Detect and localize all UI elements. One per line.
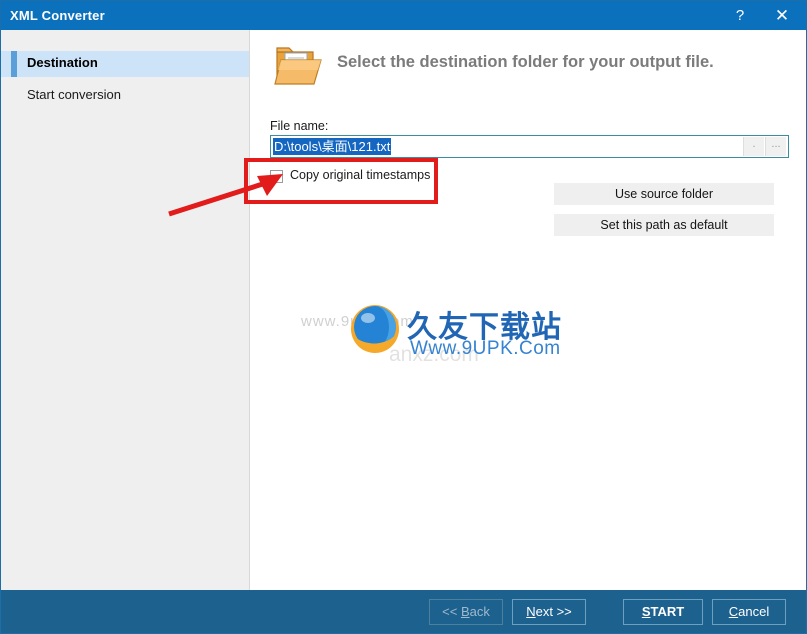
sidebar-item-start-conversion[interactable]: Start conversion xyxy=(1,83,249,109)
window-title: XML Converter xyxy=(10,8,105,23)
path-browse-button[interactable]: ... xyxy=(765,137,786,156)
sidebar-item-destination[interactable]: Destination xyxy=(1,51,249,77)
sidebar: Destination Start conversion xyxy=(1,30,250,591)
selection-accent-bar xyxy=(11,51,17,77)
file-name-value: D:\tools\桌面\121.txt xyxy=(273,138,392,155)
page-title: Select the destination folder for your o… xyxy=(337,53,714,71)
annotation-arrow-icon xyxy=(168,174,283,217)
file-name-input[interactable]: D:\tools\桌面\121.txt . ... xyxy=(270,135,789,158)
footer-bar: << Back Next >> START Cancel xyxy=(1,590,806,633)
app-window: XML Converter ? ✕ Destination Start conv… xyxy=(0,0,807,634)
sidebar-item-label: Destination xyxy=(27,55,98,70)
next-button[interactable]: Next >> xyxy=(512,599,586,625)
close-icon[interactable]: ✕ xyxy=(762,1,802,30)
globe-icon xyxy=(351,305,399,353)
page-header: Select the destination folder for your o… xyxy=(263,36,803,92)
title-bar: XML Converter ? ✕ xyxy=(1,1,806,30)
path-dot-button[interactable]: . xyxy=(743,137,764,156)
start-button[interactable]: START xyxy=(623,599,703,625)
help-icon[interactable]: ? xyxy=(720,1,760,30)
cancel-button[interactable]: Cancel xyxy=(712,599,786,625)
watermark-url: Www.9UPK.Com xyxy=(410,338,561,359)
back-button[interactable]: << Back xyxy=(429,599,503,625)
set-path-as-default-button[interactable]: Set this path as default xyxy=(554,214,774,236)
use-source-folder-button[interactable]: Use source folder xyxy=(554,183,774,205)
sidebar-item-label: Start conversion xyxy=(27,87,121,102)
watermark: www.9upk.com anxz.com 久友下载站 Www.9UPK.Com xyxy=(301,285,561,385)
file-name-label: File name: xyxy=(270,119,329,133)
main-content: Select the destination folder for your o… xyxy=(251,30,806,591)
open-folder-icon xyxy=(274,47,322,85)
